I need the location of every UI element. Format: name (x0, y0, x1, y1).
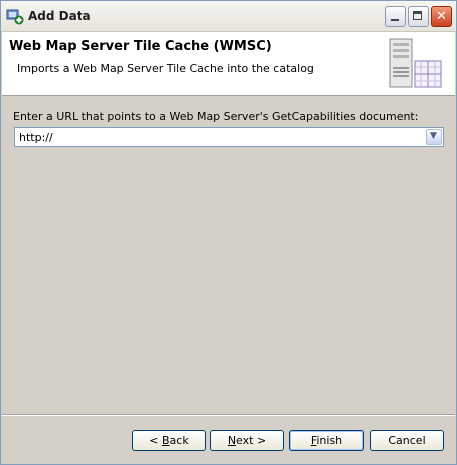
finish-label: inish (316, 434, 343, 447)
next-mnemonic: N (227, 434, 237, 447)
server-grid-icon (389, 38, 442, 88)
minimize-button[interactable] (385, 6, 406, 27)
url-dropdown-button[interactable]: ▼ (426, 129, 442, 145)
cancel-button[interactable]: Cancel (370, 430, 444, 451)
close-icon: ✕ (436, 9, 447, 24)
chevron-down-icon: ▼ (430, 131, 437, 141)
next-button[interactable]: Next > (210, 430, 284, 451)
wizard-header: Web Map Server Tile Cache (WMSC) Imports… (2, 32, 455, 96)
button-bar-divider (2, 414, 455, 416)
add-data-dialog: Add Data ✕ Web Map Server Tile Cache (WM… (0, 0, 457, 465)
url-input[interactable] (15, 128, 425, 146)
title-bar[interactable]: Add Data ✕ (1, 1, 456, 32)
url-label: Enter a URL that points to a Web Map Ser… (13, 110, 419, 123)
minimize-icon (391, 19, 399, 21)
back-button[interactable]: < Back (132, 430, 206, 451)
close-button[interactable]: ✕ (431, 6, 452, 27)
maximize-button[interactable] (408, 6, 429, 27)
page-subtitle: Imports a Web Map Server Tile Cache into… (17, 62, 314, 75)
maximize-icon (413, 11, 422, 20)
url-combobox[interactable]: ▼ (14, 127, 444, 147)
back-mnemonic: B (162, 434, 170, 447)
add-data-icon (6, 9, 24, 25)
finish-button[interactable]: Finish (289, 430, 364, 451)
page-title: Web Map Server Tile Cache (WMSC) (9, 39, 272, 54)
back-label: ack (169, 434, 189, 447)
next-label: ext > (236, 434, 267, 447)
window-title: Add Data (28, 9, 91, 23)
